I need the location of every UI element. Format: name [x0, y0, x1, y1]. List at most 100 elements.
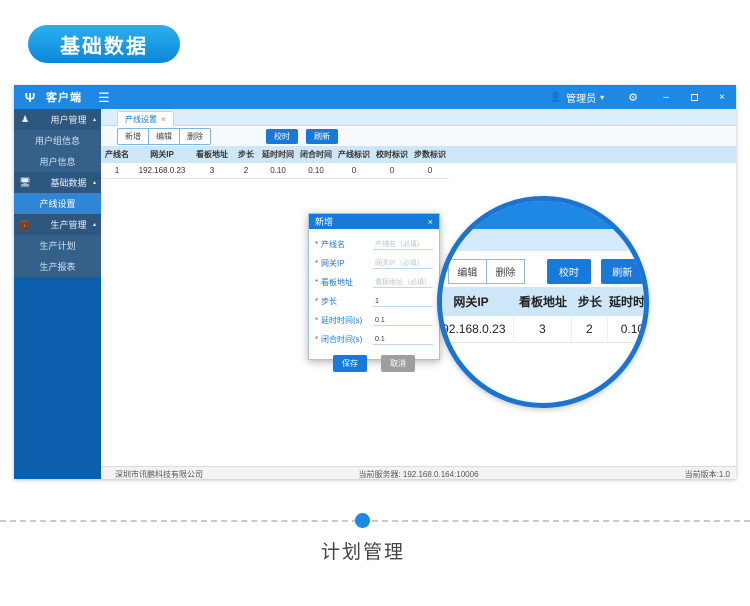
- tab-strip: 产线设置 ×: [101, 109, 736, 126]
- status-bar: 深圳市讯鹏科技有限公司 当前服务器: 192.168.0.164:10006 当…: [101, 466, 736, 479]
- table-header-cell: 网关IP: [133, 146, 191, 163]
- delete-button[interactable]: 删除: [180, 129, 210, 144]
- tab-line-settings[interactable]: 产线设置 ×: [117, 111, 174, 126]
- sidebar-item-production-report[interactable]: 生产报表: [14, 256, 101, 277]
- restore-button[interactable]: [680, 85, 708, 109]
- table-header-row: 产线名 网关IP 看板地址 步长 延时时间 闭合时间 产线标识 校时标识 步数标…: [101, 146, 736, 163]
- form-row: * 产线名: [315, 235, 433, 254]
- magnified-header-cell: 步长: [572, 287, 608, 316]
- table-cell: 1: [101, 163, 133, 179]
- data-table: 产线名 网关IP 看板地址 步长 延时时间 闭合时间 产线标识 校时标识 步数标…: [101, 146, 736, 179]
- briefcase-icon: 💼: [14, 219, 36, 230]
- form-row: * 步长: [315, 292, 433, 311]
- form-row: * 看板地址: [315, 273, 433, 292]
- form-row: * 网关IP: [315, 254, 433, 273]
- magnified-tabstrip: [437, 229, 649, 251]
- calibrate-time-button[interactable]: 校时: [266, 129, 298, 144]
- board-address-field[interactable]: [373, 278, 433, 288]
- magnified-cell: 0.10: [608, 316, 649, 343]
- refresh-button[interactable]: 刷新: [306, 129, 338, 144]
- users-icon: ♟: [14, 114, 36, 125]
- table-header-cell: 校时标识: [373, 146, 411, 163]
- magnified-delete-button: 删除: [487, 259, 526, 284]
- magnified-header-cell: 延时时间: [608, 287, 649, 316]
- sidebar-item-production-management[interactable]: 💼 生产管理 ▴: [14, 214, 101, 235]
- chevron-up-icon: ▴: [93, 221, 96, 228]
- magnified-refresh-button: 刷新: [601, 259, 644, 284]
- magnified-titlebar: [437, 201, 649, 229]
- minimize-button[interactable]: –: [652, 85, 680, 109]
- line-name-field[interactable]: [373, 240, 433, 250]
- close-time-field[interactable]: [373, 335, 433, 345]
- dialog-title: 新增: [315, 215, 333, 228]
- table-cell: 3: [191, 163, 233, 179]
- sidebar-item-line-settings[interactable]: 产线设置: [14, 193, 101, 214]
- company-label: 深圳市讯鹏科技有限公司: [115, 469, 203, 479]
- magnified-cell: 192.168.0.23: [437, 316, 514, 343]
- chevron-up-icon: ▴: [93, 179, 96, 186]
- table-cell: 2: [233, 163, 259, 179]
- toolbar: 新增 编辑 删除 校时 刷新: [101, 126, 736, 146]
- magnified-calibrate-button: 校时: [547, 259, 590, 284]
- user-icon: 👤: [550, 92, 562, 103]
- table-header-cell: 延时时间: [259, 146, 297, 163]
- form-row: * 延时时间(s): [315, 311, 433, 330]
- magnified-header-cell: 网关IP: [437, 287, 514, 316]
- table-cell: 0: [411, 163, 449, 179]
- dialog-close-icon[interactable]: ×: [428, 217, 433, 227]
- table-cell: 0: [373, 163, 411, 179]
- user-label: 管理员: [566, 90, 596, 105]
- magnified-header-cell: 看板地址: [514, 287, 572, 316]
- table-cell: 0.10: [259, 163, 297, 179]
- sidebar: ♟ 用户管理 ▴ 用户组信息 用户信息 🖥 基础数据 ▴ 产线设置: [14, 109, 101, 479]
- table-cell: 0: [335, 163, 373, 179]
- sidebar-item-user-management[interactable]: ♟ 用户管理 ▴: [14, 109, 101, 130]
- chevron-up-icon: ▴: [93, 116, 96, 123]
- add-button[interactable]: 新增: [118, 129, 149, 144]
- close-button[interactable]: ×: [708, 85, 736, 109]
- magnified-edit-button: 编辑: [448, 259, 487, 284]
- delay-time-field[interactable]: [373, 316, 433, 326]
- save-button[interactable]: 保存: [333, 355, 367, 372]
- server-label: 当前服务器: 192.168.0.164:10006: [358, 469, 478, 479]
- table-row[interactable]: 1 192.168.0.23 3 2 0.10 0.10 0 0 0: [101, 163, 736, 179]
- table-header-cell: 产线标识: [335, 146, 373, 163]
- magnified-cell: 3: [514, 316, 572, 343]
- section-caption: 计划管理: [0, 537, 726, 564]
- sidebar-item-user-group-info[interactable]: 用户组信息: [14, 130, 101, 151]
- table-header-cell: 看板地址: [191, 146, 233, 163]
- magnifier-callout: 编辑 删除 校时 刷新 网关IP 看板地址 步长 延时时间 192.168.0.…: [437, 196, 649, 408]
- app-logo-icon: Ψ: [22, 90, 38, 105]
- table-header-cell: 产线名: [101, 146, 133, 163]
- timeline-dot: [355, 513, 370, 528]
- dashed-divider: [0, 520, 750, 522]
- magnified-cell: 2: [572, 316, 608, 343]
- table-header-cell: 步数标识: [411, 146, 449, 163]
- monitor-icon: 🖥: [14, 177, 36, 188]
- table-cell: 192.168.0.23: [133, 163, 191, 179]
- edit-button[interactable]: 编辑: [149, 129, 180, 144]
- sidebar-item-production-plan[interactable]: 生产计划: [14, 235, 101, 256]
- user-menu[interactable]: 👤 管理员 ▾: [540, 90, 614, 105]
- gateway-ip-field[interactable]: [373, 259, 433, 269]
- form-row: * 闭合时间(s): [315, 330, 433, 349]
- gear-icon[interactable]: ⚙: [614, 91, 652, 104]
- page: 基础数据 Ψ 客户端 ☰ 👤 管理员 ▾ ⚙ – ×: [0, 0, 750, 606]
- table-header-cell: 步长: [233, 146, 259, 163]
- cancel-button[interactable]: 取消: [381, 355, 415, 372]
- titlebar: Ψ 客户端 ☰ 👤 管理员 ▾ ⚙ – ×: [14, 85, 736, 109]
- section-pill: 基础数据: [28, 25, 180, 63]
- step-field[interactable]: [373, 297, 433, 307]
- table-cell: 0.10: [297, 163, 335, 179]
- add-dialog: 新增 × * 产线名 * 网关IP * 看板地址 * 步长: [308, 213, 440, 360]
- version-label: 当前版本:1.0: [685, 469, 730, 479]
- sidebar-item-basic-data[interactable]: 🖥 基础数据 ▴: [14, 172, 101, 193]
- table-header-cell: 闭合时间: [297, 146, 335, 163]
- tab-close-icon[interactable]: ×: [161, 115, 166, 124]
- hamburger-menu-icon[interactable]: ☰: [98, 91, 110, 104]
- chevron-down-icon: ▾: [600, 93, 604, 102]
- dialog-titlebar: 新增 ×: [309, 214, 439, 229]
- magnified-table: 网关IP 看板地址 步长 延时时间 192.168.0.23 3 2 0.10: [437, 287, 649, 343]
- sidebar-item-user-info[interactable]: 用户信息: [14, 151, 101, 172]
- app-title: 客户端: [46, 89, 82, 105]
